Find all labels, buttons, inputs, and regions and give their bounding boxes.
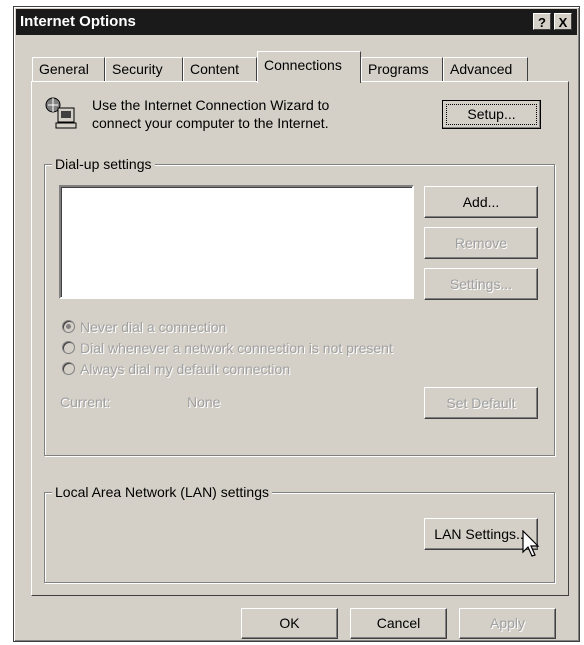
- wizard-description: Use the Internet Connection Wizard to co…: [92, 96, 392, 132]
- tab-advanced[interactable]: Advanced: [443, 57, 528, 81]
- wizard-text-line1: Use the Internet Connection Wizard to: [92, 97, 330, 113]
- radio-dial-whenever-indicator[interactable]: [62, 341, 75, 354]
- title-bar[interactable]: Internet Options ? X: [16, 9, 577, 35]
- tab-content[interactable]: Content: [183, 57, 257, 81]
- tab-connections[interactable]: Connections: [257, 51, 361, 83]
- tab-security[interactable]: Security: [105, 57, 183, 81]
- help-button[interactable]: ?: [533, 13, 551, 30]
- close-button[interactable]: X: [554, 13, 572, 30]
- radio-never-dial-indicator[interactable]: [62, 320, 75, 333]
- apply-button[interactable]: Apply: [459, 608, 556, 639]
- radio-dial-whenever-label: Dial whenever a network connection is no…: [80, 340, 393, 356]
- set-default-button[interactable]: Set Default: [424, 387, 538, 419]
- radio-never-dial-label: Never dial a connection: [80, 319, 227, 335]
- window-title: Internet Options: [20, 13, 136, 30]
- add-button[interactable]: Add...: [424, 186, 538, 218]
- setup-button[interactable]: Setup...: [442, 100, 541, 129]
- radio-never-dial[interactable]: Never dial a connection: [62, 318, 226, 336]
- current-label: Current:: [60, 394, 111, 410]
- dialup-group-label: Dial-up settings: [52, 156, 155, 172]
- radio-always-dial-indicator[interactable]: [62, 362, 75, 375]
- radio-dial-whenever[interactable]: Dial whenever a network connection is no…: [62, 339, 393, 357]
- tab-programs[interactable]: Programs: [361, 57, 443, 81]
- settings-button[interactable]: Settings...: [424, 268, 538, 300]
- radio-always-dial[interactable]: Always dial my default connection: [62, 360, 290, 378]
- mouse-cursor-icon: [522, 529, 542, 560]
- current-value: None: [187, 394, 221, 410]
- ok-button[interactable]: OK: [241, 608, 338, 639]
- wizard-text-line2: connect your computer to the Internet.: [92, 115, 329, 131]
- tab-general[interactable]: General: [32, 57, 105, 81]
- dialup-connections-list[interactable]: [59, 185, 414, 299]
- cancel-button[interactable]: Cancel: [350, 608, 447, 639]
- remove-button[interactable]: Remove: [424, 227, 538, 259]
- lan-settings-button[interactable]: LAN Settings...: [424, 518, 538, 550]
- lan-group-label: Local Area Network (LAN) settings: [52, 484, 272, 500]
- radio-always-dial-label: Always dial my default connection: [80, 361, 291, 377]
- network-computer-icon: [44, 96, 80, 132]
- internet-options-window: Internet Options ? X General Security Co…: [13, 6, 580, 642]
- connections-panel: Use the Internet Connection Wizard to co…: [31, 81, 569, 596]
